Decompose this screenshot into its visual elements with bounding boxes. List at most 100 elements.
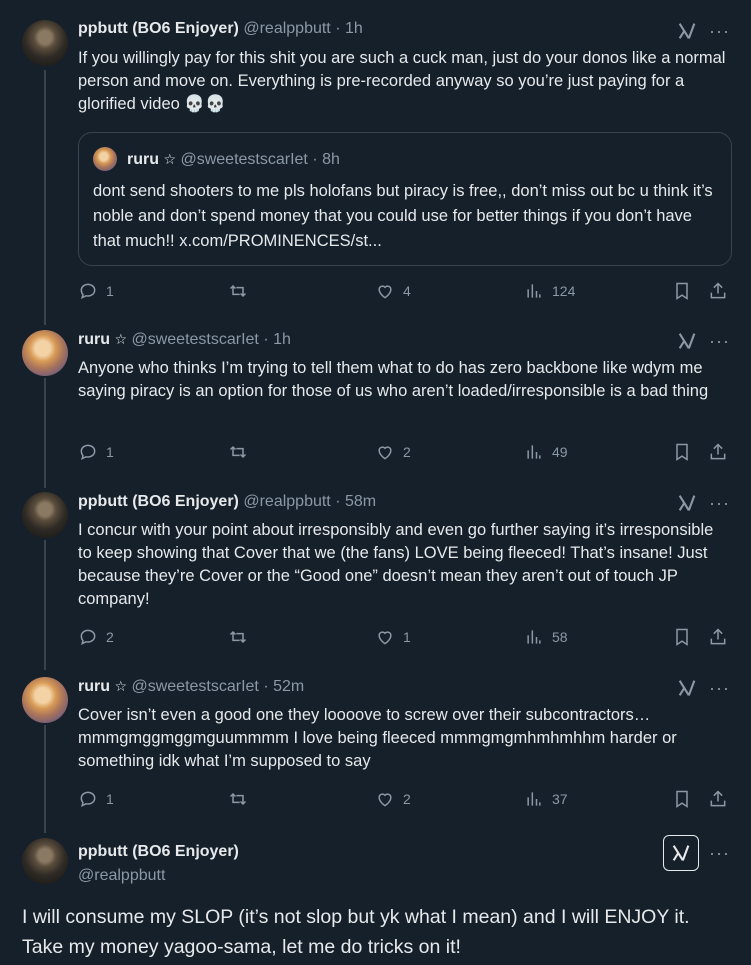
share-button[interactable] [708, 281, 728, 301]
heart-icon [378, 631, 392, 645]
action-bar: 1 4 124 [78, 281, 728, 303]
view-count: 37 [552, 791, 568, 807]
avatar [93, 147, 117, 171]
bookmark-icon [676, 282, 688, 300]
grok-icon[interactable] [676, 677, 698, 699]
retweet-button[interactable] [228, 789, 256, 809]
views-button[interactable]: 124 [524, 281, 575, 301]
retweet-icon [229, 284, 247, 298]
avatar[interactable] [22, 20, 68, 66]
avatar[interactable] [22, 330, 68, 376]
action-bar: 1 2 49 [78, 442, 728, 464]
retweet-button[interactable] [228, 442, 256, 462]
bookmark-icon [676, 628, 688, 646]
retweet-icon [229, 792, 247, 806]
grok-icon[interactable] [676, 330, 698, 352]
tweet-header: ppbutt (BO6 Enjoyer) @realppbutt · 1h [78, 20, 363, 37]
more-icon[interactable]: ··· [709, 22, 731, 40]
display-name[interactable]: ppbutt (BO6 Enjoyer) [78, 20, 239, 37]
handle[interactable]: @realppbutt [243, 493, 330, 510]
focal-tweet-text: I will consume my SLOP (it’s not slop bu… [22, 906, 690, 958]
star-emoji: ☆ [114, 678, 128, 694]
views-button[interactable]: 49 [524, 442, 568, 462]
display-name[interactable]: ruru [78, 331, 110, 348]
share-button[interactable] [708, 442, 728, 462]
views-button[interactable]: 37 [524, 789, 568, 809]
more-icon[interactable]: ··· [709, 679, 731, 697]
retweet-button[interactable] [228, 281, 256, 301]
tweet-header: ruru ☆ @sweetestscarIet · 52m [78, 678, 305, 695]
quoted-text: dont send shooters to me pls holofans bu… [93, 182, 713, 250]
star-emoji: ☆ [163, 151, 177, 167]
share-icon [710, 443, 726, 460]
star-emoji: ☆ [114, 331, 128, 347]
more-icon[interactable]: ··· [709, 844, 731, 862]
like-count: 2 [403, 791, 411, 807]
retweet-icon [229, 630, 247, 644]
bookmark-button[interactable] [672, 281, 692, 301]
reply-button[interactable]: 1 [78, 442, 114, 462]
grok-button[interactable] [663, 835, 699, 871]
views-button[interactable]: 58 [524, 627, 568, 647]
bookmark-button[interactable] [672, 442, 692, 462]
view-count: 58 [552, 629, 568, 645]
like-count: 4 [403, 283, 411, 299]
display-name[interactable]: ruru [78, 678, 110, 695]
share-icon [710, 282, 726, 299]
handle[interactable]: @realppbutt [78, 864, 239, 888]
reply-icon [80, 629, 96, 646]
tweet-text: I concur with your point about irrespons… [78, 521, 714, 608]
handle: @sweetestscarIet [180, 151, 308, 168]
bookmark-icon [676, 443, 688, 461]
retweet-icon [229, 445, 247, 459]
share-button[interactable] [708, 789, 728, 809]
handle[interactable]: @sweetestscarIet [131, 678, 258, 695]
avatar[interactable] [22, 677, 68, 723]
reply-button[interactable]: 2 [78, 627, 114, 647]
like-button[interactable]: 2 [375, 442, 411, 462]
reply-count: 1 [106, 444, 114, 460]
display-name[interactable]: ppbutt (BO6 Enjoyer) [78, 840, 239, 864]
retweet-button[interactable] [228, 627, 256, 647]
display-name: ruru [127, 151, 159, 168]
timestamp[interactable]: 1h [345, 20, 363, 37]
like-count: 2 [403, 444, 411, 460]
grok-icon[interactable] [676, 492, 698, 514]
like-button[interactable]: 4 [375, 281, 411, 301]
reply-icon [80, 444, 96, 461]
view-count: 124 [552, 283, 576, 299]
view-count: 49 [552, 444, 568, 460]
timestamp[interactable]: 1h [273, 331, 291, 348]
like-button[interactable]: 1 [375, 627, 411, 647]
heart-icon [378, 793, 392, 807]
views-icon [527, 284, 541, 298]
handle[interactable]: @sweetestscarIet [131, 331, 258, 348]
reply-button[interactable]: 1 [78, 281, 114, 301]
heart-icon [378, 446, 392, 460]
handle[interactable]: @realppbutt [243, 20, 330, 37]
avatar[interactable] [22, 492, 68, 538]
views-icon [527, 792, 541, 806]
action-bar: 2 1 58 [78, 627, 728, 649]
tweet-text: Cover isn’t even a good one they loooove… [78, 706, 677, 770]
quoted-tweet[interactable]: ruru ☆ @sweetestscarIet · 8h dont send s… [78, 132, 732, 266]
tweet-header: ppbutt (BO6 Enjoyer) @realppbutt [78, 840, 239, 888]
bookmark-button[interactable] [672, 789, 692, 809]
avatar[interactable] [22, 838, 68, 884]
thread-line [44, 725, 46, 833]
reply-count: 2 [106, 629, 114, 645]
grok-icon[interactable] [676, 20, 698, 42]
more-icon[interactable]: ··· [709, 494, 731, 512]
display-name[interactable]: ppbutt (BO6 Enjoyer) [78, 493, 239, 510]
like-button[interactable]: 2 [375, 789, 411, 809]
share-button[interactable] [708, 627, 728, 647]
reply-count: 1 [106, 791, 114, 807]
bookmark-button[interactable] [672, 627, 692, 647]
timestamp[interactable]: 52m [273, 678, 304, 695]
grok-icon [672, 845, 690, 861]
views-icon [527, 445, 541, 459]
timestamp[interactable]: 58m [345, 493, 376, 510]
reply-button[interactable]: 1 [78, 789, 114, 809]
more-icon[interactable]: ··· [709, 332, 731, 350]
tweet-text: If you willingly pay for this shit you a… [78, 49, 726, 113]
